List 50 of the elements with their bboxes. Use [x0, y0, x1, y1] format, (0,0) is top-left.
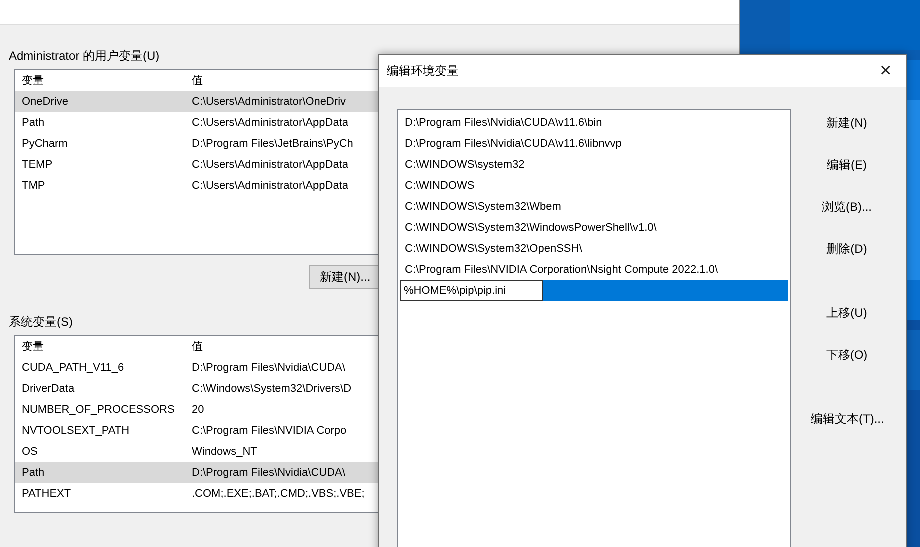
path-text: C:\WINDOWS\System32\WindowsPowerShell\v1.0\	[404, 222, 657, 234]
list-item[interactable]: C:\Program Files\NVIDIA Corporation\Nsight Compute 2022.1.0\	[400, 259, 788, 280]
list-item[interactable]: C:\WINDOWS\System32\OpenSSH\	[400, 238, 788, 259]
variable-name: NVTOOLSEXT_PATH	[21, 424, 130, 436]
column-header[interactable]: 变量	[15, 339, 44, 354]
group-label: 系统变量(S)	[9, 314, 74, 331]
path-text: C:\WINDOWS\System32\Wbem	[404, 200, 562, 212]
variable-name: TEMP	[21, 158, 53, 170]
input-field[interactable]: %HOME%\pip\pip.ini	[400, 280, 543, 301]
variable-value: D:\Program Files\JetBrains\PyCh	[191, 138, 354, 150]
list-item[interactable]: C:\WINDOWS\System32\Wbem	[400, 196, 788, 217]
variable-value: D:\Program Files\Nvidia\CUDA\	[191, 362, 346, 374]
variable-value: Windows_NT	[191, 446, 258, 458]
variable-value: C:\Users\Administrator\AppData	[191, 180, 348, 192]
path-text: C:\WINDOWS\System32\OpenSSH\	[404, 242, 582, 254]
path-text: C:\WINDOWS\system32	[404, 158, 525, 170]
variable-value: C:\Windows\System32\Drivers\D	[191, 382, 352, 394]
variable-name: Path	[21, 116, 45, 128]
path-text: D:\Program Files\Nvidia\CUDA\v11.6\libnvvp	[404, 138, 622, 150]
variable-name: TMP	[21, 180, 46, 192]
variable-value: C:\Users\Administrator\AppData	[191, 116, 348, 128]
column-header[interactable]: 值	[185, 339, 203, 354]
list-item[interactable]: C:\WINDOWS\system32	[400, 154, 788, 175]
list-item[interactable]: D:\Program Files\Nvidia\CUDA\v11.6\bin	[400, 112, 788, 133]
path-text: C:\WINDOWS	[404, 180, 475, 192]
variable-name: CUDA_PATH_V11_6	[21, 362, 124, 374]
list-item[interactable]: %HOME%\pip\pip.ini	[400, 280, 788, 301]
list-item[interactable]: C:\WINDOWS	[400, 175, 788, 196]
column-header[interactable]: 变量	[15, 73, 44, 88]
variable-name: PATHEXT	[21, 488, 72, 500]
variable-name: Path	[21, 466, 45, 478]
variable-value: D:\Program Files\Nvidia\CUDA\	[191, 466, 346, 478]
variable-name: DriverData	[21, 382, 75, 394]
variable-value: 20	[191, 404, 204, 416]
path-text: C:\Program Files\NVIDIA Corporation\Nsight Compute 2022.1.0\	[404, 264, 718, 276]
group-label: Administrator 的用户变量(U)	[9, 48, 161, 65]
variable-name: OS	[21, 446, 38, 458]
list-item[interactable]: C:\WINDOWS\System32\WindowsPowerShell\v1.0\	[400, 217, 788, 238]
variable-value: .COM;.EXE;.BAT;.CMD;.VBS;.VBE;	[191, 488, 365, 500]
list-item[interactable]: D:\Program Files\Nvidia\CUDA\v11.6\libnvvp	[400, 133, 788, 154]
variable-value: C:\Users\Administrator\AppData	[191, 158, 348, 170]
variable-name: PyCharm	[21, 138, 68, 150]
column-header[interactable]: 值	[185, 73, 203, 88]
dialog-title: 编辑环境变量	[387, 62, 459, 80]
variable-value: C:\Users\Administrator\OneDriv	[191, 96, 346, 108]
variable-name: OneDrive	[21, 96, 68, 108]
variable-name: NUMBER_OF_PROCESSORS	[21, 404, 175, 416]
close-button[interactable]: ×	[866, 55, 906, 87]
variable-value: C:\Program Files\NVIDIA Corpo	[191, 424, 347, 436]
path-text: D:\Program Files\Nvidia\CUDA\v11.6\bin	[404, 116, 602, 128]
